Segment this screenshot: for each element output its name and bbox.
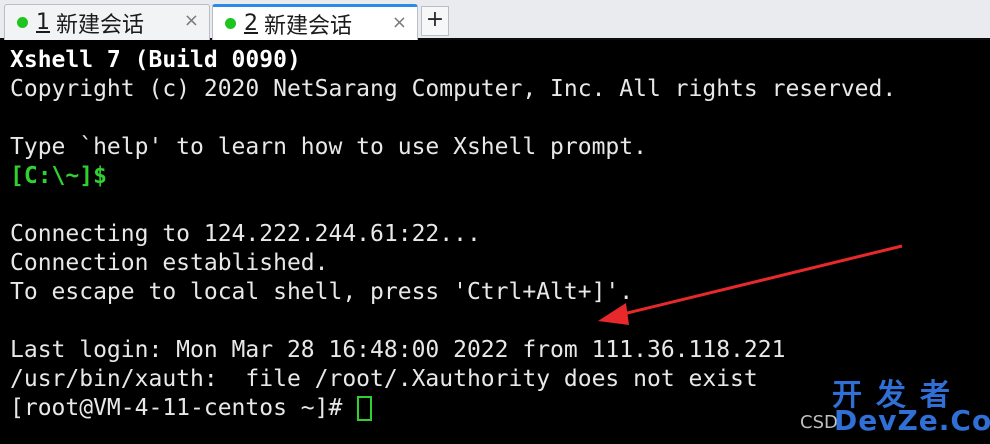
watermark: 开发者 CSD DevZe.CoM: [800, 370, 990, 444]
watermark-en: DevZe.CoM: [834, 404, 990, 437]
watermark-csdn: CSD: [800, 412, 838, 433]
